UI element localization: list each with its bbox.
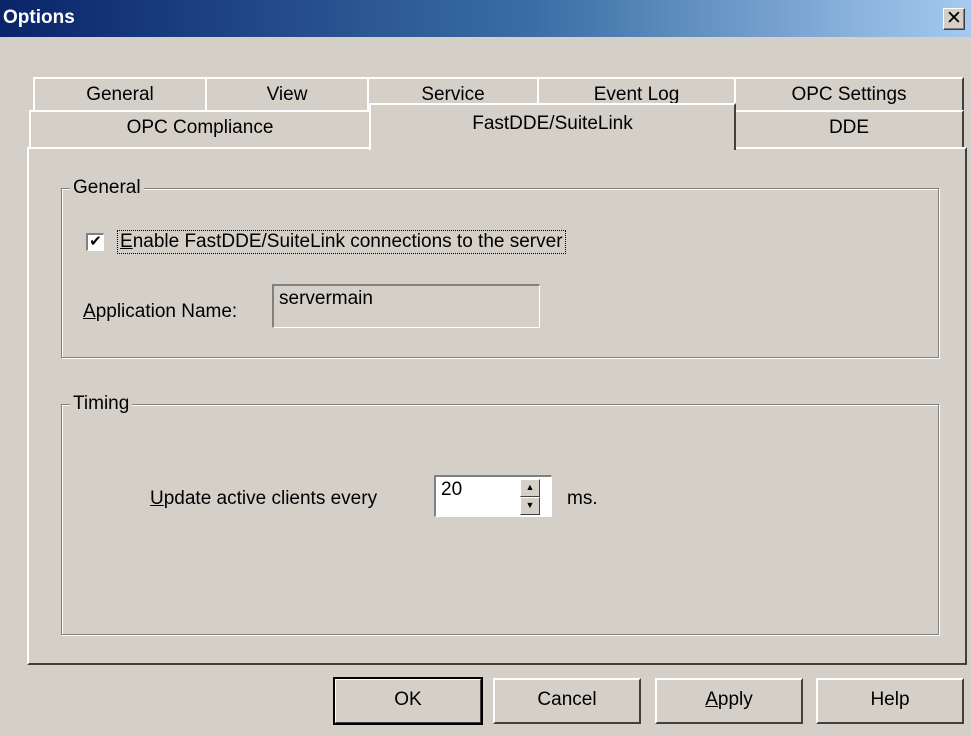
tab-view[interactable]: View xyxy=(205,77,369,110)
tab-label: DDE xyxy=(828,117,870,138)
spin-down-button[interactable]: ▼ xyxy=(520,497,540,515)
help-button[interactable]: Help xyxy=(816,678,964,724)
label-text: pplication Name: xyxy=(95,301,238,322)
tab-label: Service xyxy=(421,84,485,105)
button-label: pply xyxy=(717,689,753,710)
mnemonic: E xyxy=(120,231,133,252)
label-text: pdate active clients every xyxy=(163,488,378,509)
tab-label: OPC Settings xyxy=(791,84,907,105)
general-groupbox: General ✔ Enable FastDDE/SuiteLink conne… xyxy=(61,177,939,358)
mnemonic: A xyxy=(83,301,96,322)
close-icon: ✕ xyxy=(946,8,962,29)
chevron-down-icon: ▼ xyxy=(525,500,535,510)
group-legend: Timing xyxy=(70,393,133,415)
application-name-label: Application Name: xyxy=(83,301,237,323)
tab-dde[interactable]: DDE xyxy=(734,110,964,148)
chevron-up-icon: ▲ xyxy=(525,482,535,492)
enable-connections-checkbox[interactable]: ✔ xyxy=(86,233,104,251)
cancel-button[interactable]: Cancel xyxy=(493,678,641,724)
tab-label: FastDDE/SuiteLink xyxy=(472,113,633,134)
tab-panel: General ✔ Enable FastDDE/SuiteLink conne… xyxy=(27,147,967,665)
mnemonic: A xyxy=(705,689,718,710)
enable-connections-label[interactable]: Enable FastDDE/SuiteLink connections to … xyxy=(117,230,566,254)
label-text: nable FastDDE/SuiteLink connections to t… xyxy=(132,231,563,252)
tab-general[interactable]: General xyxy=(33,77,207,110)
tab-label: OPC Compliance xyxy=(126,117,274,138)
close-button[interactable]: ✕ xyxy=(943,8,965,30)
field-value: 20 xyxy=(441,479,463,500)
timing-groupbox: Timing Update active clients every 20 ▲ … xyxy=(61,393,939,635)
title-bar: Options ✕ xyxy=(0,0,971,37)
tab-opc-settings[interactable]: OPC Settings xyxy=(734,77,964,110)
unit-label: ms. xyxy=(567,488,598,509)
apply-button[interactable]: Apply xyxy=(655,678,803,724)
application-name-field[interactable]: servermain xyxy=(272,284,540,328)
tab-label: Event Log xyxy=(593,84,680,105)
group-legend: General xyxy=(70,177,144,199)
window-title: Options xyxy=(3,7,75,28)
tab-label: View xyxy=(266,84,308,105)
tab-fastdde-suitelink[interactable]: FastDDE/SuiteLink xyxy=(369,103,736,150)
mnemonic: U xyxy=(150,488,164,509)
spin-up-button[interactable]: ▲ xyxy=(520,479,540,497)
ok-button[interactable]: OK xyxy=(333,677,483,725)
tab-label: General xyxy=(86,84,154,105)
field-value: servermain xyxy=(279,288,373,309)
update-interval-label: Update active clients every xyxy=(150,488,377,510)
tab-opc-compliance[interactable]: OPC Compliance xyxy=(29,110,371,148)
checkmark-icon: ✔ xyxy=(89,233,102,250)
